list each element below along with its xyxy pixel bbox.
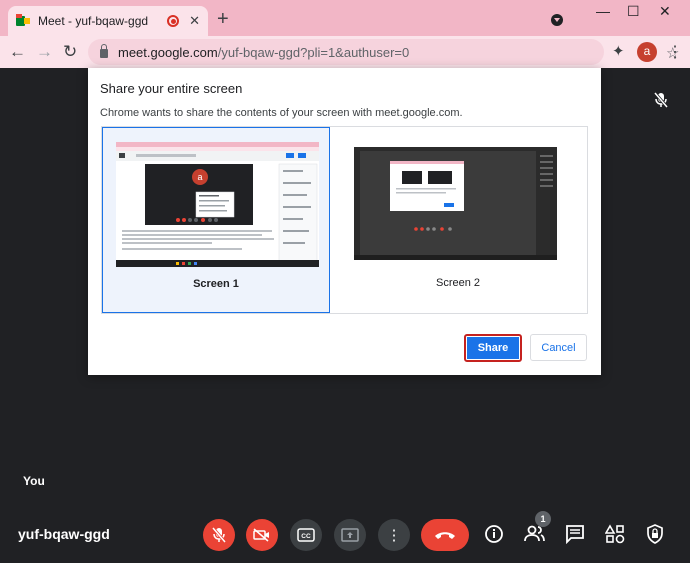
minimize-button[interactable]: — (596, 3, 610, 19)
tab-close-icon[interactable]: ✕ (189, 13, 200, 29)
tab-meet[interactable]: Meet - yuf-bqaw-ggd ✕ (8, 6, 208, 36)
camera-off-icon (253, 528, 269, 542)
chat-button[interactable] (564, 524, 586, 549)
dialog-title: Share your entire screen (100, 81, 243, 96)
screen-2-label: Screen 2 (435, 277, 481, 289)
browser-toolbar: ← → ↻ meet.google.com/yuf-bqaw-ggd?pli=1… (0, 36, 690, 68)
reload-button[interactable]: ↻ (63, 42, 77, 62)
info-icon (485, 525, 503, 543)
svg-text:CC: CC (301, 533, 311, 540)
camera-toggle-button[interactable] (246, 519, 278, 551)
chat-icon (566, 525, 584, 545)
close-window-button[interactable]: ✕ (659, 3, 671, 20)
self-tile-label: You (23, 474, 45, 488)
leave-call-button[interactable] (421, 519, 469, 551)
muted-mic-icon (653, 92, 669, 111)
mic-off-icon (212, 527, 226, 543)
screen-1-thumbnail: a (116, 142, 319, 267)
host-controls-button[interactable] (644, 524, 666, 549)
dialog-subtitle: Chrome wants to share the contents of yo… (100, 107, 463, 119)
lock-icon[interactable] (100, 44, 108, 58)
meeting-info-button[interactable] (483, 524, 505, 549)
profile-avatar[interactable]: a (637, 42, 657, 62)
recording-icon (167, 15, 180, 27)
screen-1-label: Screen 1 (193, 278, 239, 290)
screen-option-1[interactable]: a Screen 1 (102, 127, 330, 313)
participants-count-badge: 1 (535, 511, 551, 527)
end-call-icon (435, 532, 455, 539)
thumb-avatar: a (197, 172, 202, 182)
screen-option-2[interactable]: Screen 2 (344, 127, 572, 313)
extensions-icon[interactable]: ✦ (612, 42, 625, 60)
maximize-button[interactable]: ☐ (627, 3, 640, 20)
tab-search-icon[interactable] (551, 14, 563, 26)
captions-icon: CC (297, 528, 315, 542)
tab-strip: Meet - yuf-bqaw-ggd ✕ + — ☐ ✕ (0, 0, 690, 36)
back-button[interactable]: ← (9, 42, 26, 62)
mic-toggle-button[interactable] (203, 519, 235, 551)
screen-2-thumbnail (354, 147, 557, 260)
captions-button[interactable]: CC (290, 519, 322, 551)
tab-title: Meet - yuf-bqaw-ggd (38, 14, 149, 28)
new-tab-button[interactable]: + (217, 9, 229, 29)
meet-favicon-icon (16, 14, 30, 28)
shapes-icon (604, 524, 625, 544)
meeting-code: yuf-bqaw-ggd (18, 526, 110, 542)
forward-button[interactable]: → (36, 42, 53, 62)
present-button[interactable] (334, 519, 366, 551)
present-screen-icon (341, 528, 359, 542)
more-vert-icon: ⋮ (386, 527, 402, 544)
shield-lock-icon (647, 524, 663, 544)
address-bar[interactable]: meet.google.com/yuf-bqaw-ggd?pli=1&authu… (88, 39, 679, 65)
share-screen-dialog: Share your entire screen Chrome wants to… (88, 68, 601, 375)
activities-button[interactable] (604, 524, 626, 549)
url-text: meet.google.com/yuf-bqaw-ggd?pli=1&authu… (118, 44, 410, 60)
screen-picker: a Screen 1 Screen 2 (101, 126, 588, 314)
people-button[interactable] (524, 524, 546, 547)
browser-menu-icon[interactable]: ⋮ (667, 42, 683, 62)
more-options-button[interactable]: ⋮ (378, 519, 410, 551)
cancel-button[interactable]: Cancel (530, 334, 587, 361)
share-button[interactable]: Share (464, 334, 522, 362)
